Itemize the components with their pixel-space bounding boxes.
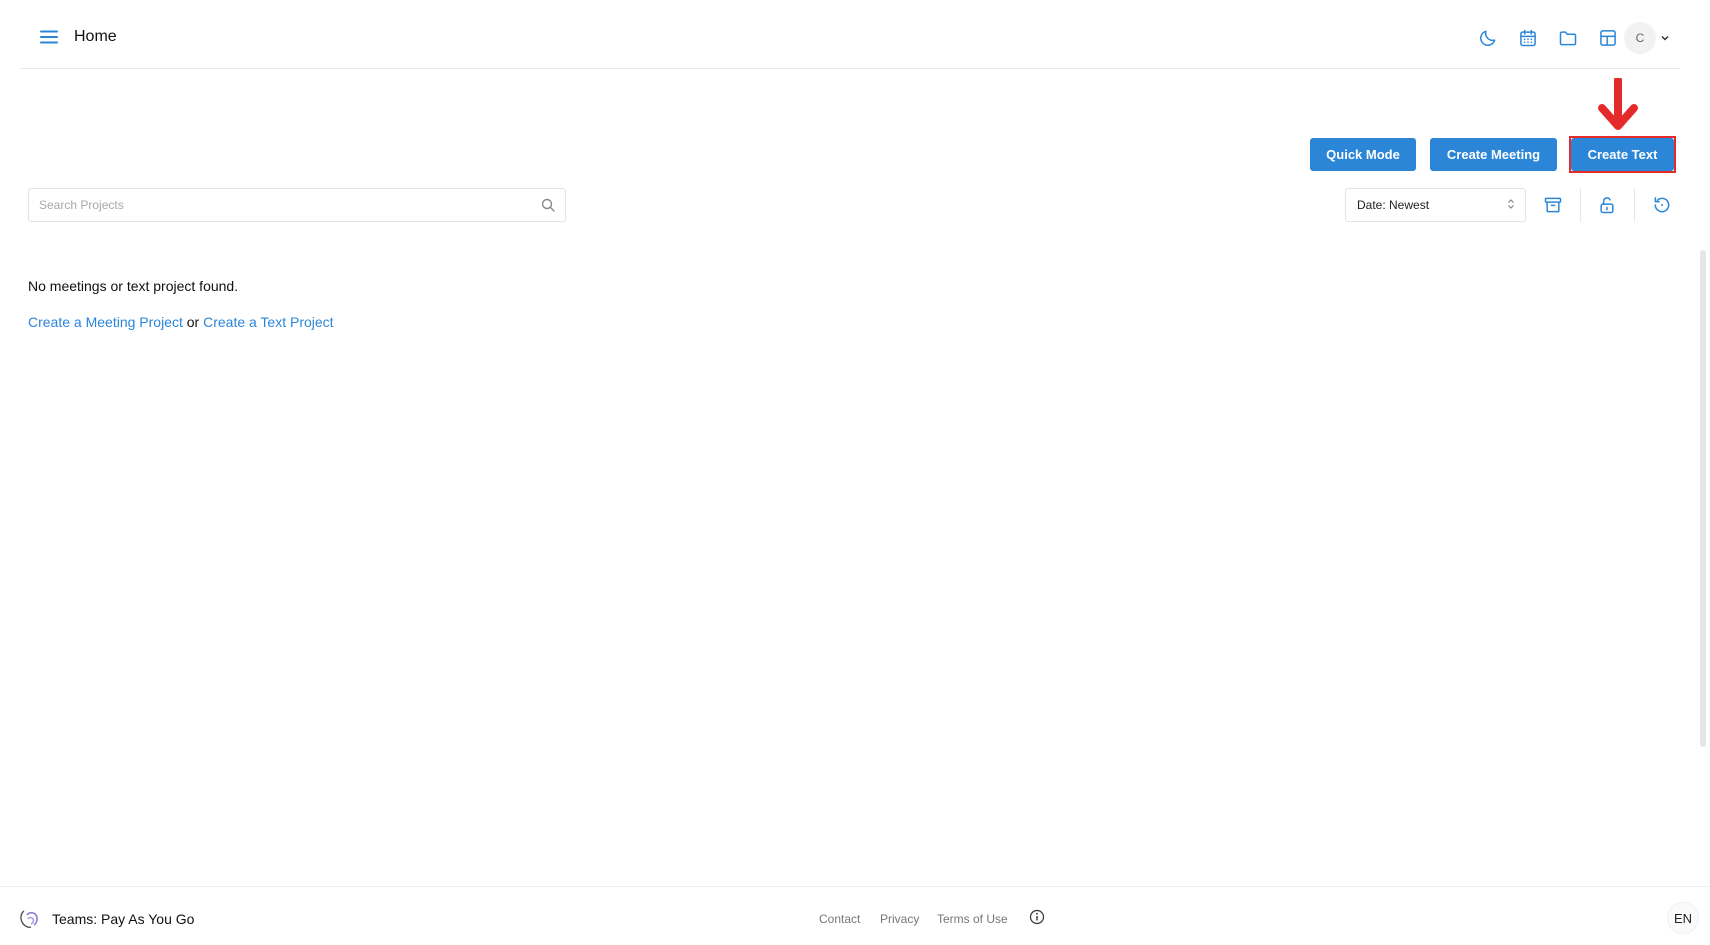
menu-icon[interactable] [36, 24, 62, 50]
create-meeting-project-link[interactable]: Create a Meeting Project [28, 314, 183, 330]
chevron-down-icon[interactable] [1660, 33, 1670, 43]
search-icon[interactable] [541, 198, 555, 212]
create-meeting-button[interactable]: Create Meeting [1430, 138, 1557, 171]
team-logo-icon [20, 910, 38, 928]
privacy-link[interactable]: Privacy [880, 912, 919, 926]
quick-mode-button[interactable]: Quick Mode [1310, 138, 1416, 171]
avatar[interactable]: C [1624, 22, 1656, 54]
history-icon[interactable] [1650, 193, 1674, 217]
moon-icon[interactable] [1476, 26, 1500, 50]
layout-icon[interactable] [1596, 26, 1620, 50]
search-box [28, 188, 566, 222]
connector-text: or [186, 314, 200, 330]
red-arrow-annotation [1598, 78, 1638, 130]
divider [1634, 188, 1635, 222]
info-icon[interactable] [1029, 909, 1045, 925]
search-input[interactable] [39, 198, 541, 212]
divider [1580, 188, 1581, 222]
unlock-icon[interactable] [1595, 193, 1619, 217]
calendar-icon[interactable] [1516, 26, 1540, 50]
create-text-project-link[interactable]: Create a Text Project [203, 314, 333, 330]
sort-select[interactable]: Date: Newest [1345, 188, 1526, 222]
updown-icon [1507, 198, 1515, 213]
create-text-button[interactable]: Create Text [1571, 138, 1674, 171]
footer: Teams: Pay As You Go Contact Privacy Ter… [0, 886, 1710, 945]
language-selector[interactable]: EN [1667, 902, 1699, 934]
sort-selected-value: Date: Newest [1357, 198, 1430, 212]
user-menu[interactable]: C [1624, 22, 1674, 54]
folder-icon[interactable] [1556, 26, 1580, 50]
top-bar: Home C [20, 0, 1680, 69]
contact-link[interactable]: Contact [819, 912, 860, 926]
archive-icon[interactable] [1541, 193, 1565, 217]
empty-actions: Create a Meeting Project or Create a Tex… [28, 314, 334, 330]
terms-link[interactable]: Terms of Use [937, 912, 1008, 926]
empty-message: No meetings or text project found. [28, 278, 239, 294]
team-plan: Teams: Pay As You Go [52, 911, 195, 927]
page-title: Home [74, 28, 117, 45]
scrollbar[interactable] [1700, 250, 1706, 747]
